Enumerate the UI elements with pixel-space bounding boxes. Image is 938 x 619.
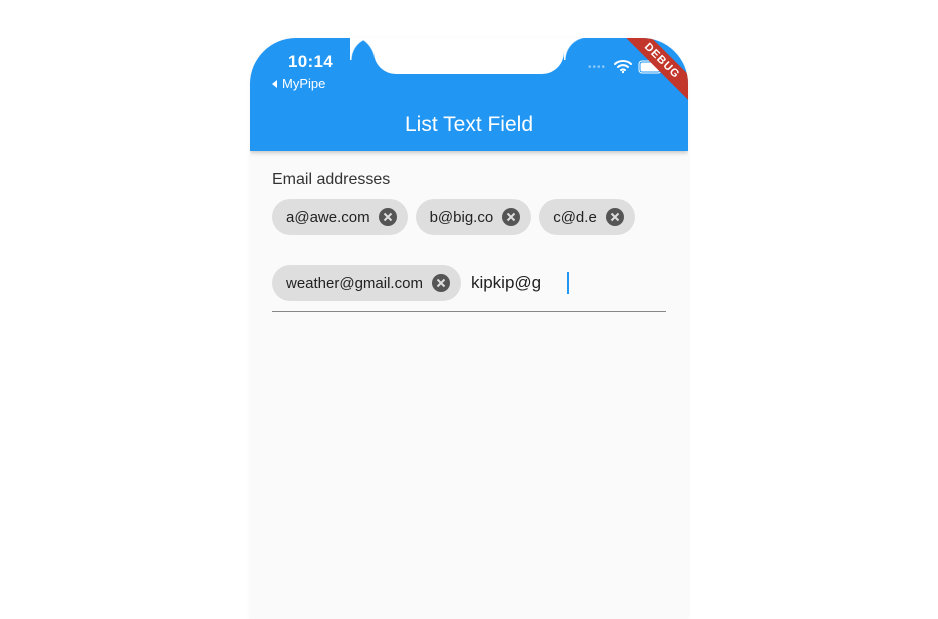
wifi-icon xyxy=(614,60,632,74)
chip-remove-button[interactable] xyxy=(378,207,398,227)
chip-remove-button[interactable] xyxy=(605,207,625,227)
row-break xyxy=(272,243,666,257)
page-title: List Text Field xyxy=(250,113,688,137)
back-to-app-button[interactable]: MyPipe xyxy=(270,76,325,91)
back-triangle-icon xyxy=(270,79,280,89)
email-chip: weather@gmail.com xyxy=(272,265,461,301)
close-circle-icon xyxy=(605,207,625,227)
chip-text: b@big.co xyxy=(430,209,494,226)
back-to-app-label: MyPipe xyxy=(282,76,325,91)
chip-remove-button[interactable] xyxy=(501,207,521,227)
field-label: Email addresses xyxy=(272,171,666,189)
email-chip: b@big.co xyxy=(416,199,532,235)
email-text-input-wrapper[interactable] xyxy=(469,265,569,301)
content-area: Email addresses a@awe.com b@big.co c@d.e xyxy=(250,151,688,332)
email-text-input[interactable] xyxy=(469,265,569,301)
chip-remove-button[interactable] xyxy=(431,273,451,293)
email-chip: a@awe.com xyxy=(272,199,408,235)
email-chip: c@d.e xyxy=(539,199,635,235)
close-circle-icon xyxy=(431,273,451,293)
status-time: 10:14 xyxy=(288,52,333,72)
close-circle-icon xyxy=(501,207,521,227)
chip-text: c@d.e xyxy=(553,209,597,226)
close-circle-icon xyxy=(378,207,398,227)
cellular-dots-icon: •••• xyxy=(588,62,606,73)
device-notch xyxy=(374,38,564,74)
email-chip-input[interactable]: a@awe.com b@big.co c@d.e weather@gmail xyxy=(272,199,666,312)
text-caret xyxy=(567,272,569,294)
phone-frame: 10:14 MyPipe •••• DEBUG List Text Field … xyxy=(250,38,688,619)
app-header: 10:14 MyPipe •••• DEBUG List Text Field xyxy=(250,38,688,151)
chip-text: weather@gmail.com xyxy=(286,275,423,292)
chip-text: a@awe.com xyxy=(286,209,370,226)
